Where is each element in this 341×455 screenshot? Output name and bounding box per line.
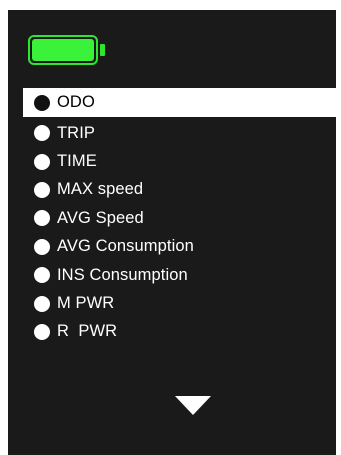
menu-item-label: M PWR <box>57 294 115 313</box>
radio-dot-icon <box>34 267 50 284</box>
menu-item-label: R PWR <box>57 322 118 341</box>
radio-dot-icon <box>34 181 50 198</box>
menu-item-max-speed[interactable]: MAX speed <box>23 176 336 204</box>
menu-item-r-pwr[interactable]: R PWR <box>23 318 336 346</box>
settings-menu: ODO TRIP TIME MAX speed AVG Speed AVG Co… <box>23 88 336 346</box>
radio-dot-icon <box>34 125 50 142</box>
menu-item-ins-consumption[interactable]: INS Consumption <box>23 261 336 289</box>
radio-dot-icon <box>34 238 50 255</box>
menu-item-label: INS Consumption <box>57 265 188 284</box>
menu-item-label: TRIP <box>57 123 95 142</box>
menu-item-avg-speed[interactable]: AVG Speed <box>23 204 336 232</box>
menu-item-avg-consumption[interactable]: AVG Consumption <box>23 233 336 261</box>
menu-item-trip[interactable]: TRIP <box>23 119 336 147</box>
battery-icon <box>28 35 106 65</box>
menu-item-m-pwr[interactable]: M PWR <box>23 289 336 317</box>
menu-item-label: MAX speed <box>57 180 144 199</box>
radio-dot-icon <box>34 94 50 111</box>
menu-item-odo[interactable]: ODO <box>23 88 336 117</box>
battery-level-fill <box>32 39 94 61</box>
menu-item-label: AVG Consumption <box>57 237 194 256</box>
menu-item-label: AVG Speed <box>57 208 144 227</box>
menu-item-label: ODO <box>57 93 95 111</box>
radio-dot-icon <box>34 153 50 170</box>
down-arrow-icon[interactable] <box>175 396 211 415</box>
display-screen: ODO TRIP TIME MAX speed AVG Speed AVG Co… <box>8 10 336 455</box>
radio-dot-icon <box>34 210 50 227</box>
battery-body <box>28 35 98 65</box>
radio-dot-icon <box>34 323 50 340</box>
radio-dot-icon <box>34 295 50 312</box>
menu-item-label: TIME <box>57 152 97 171</box>
battery-terminal <box>100 44 105 56</box>
menu-item-time[interactable]: TIME <box>23 147 336 175</box>
